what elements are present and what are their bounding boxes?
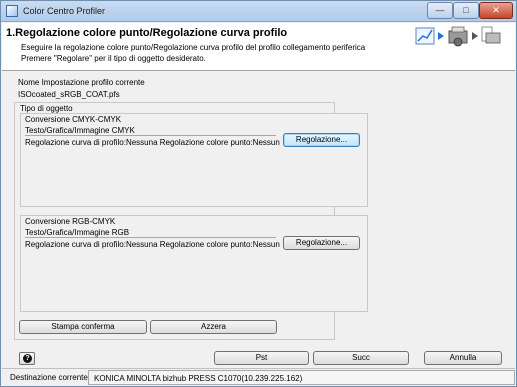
cmyk-separator [25, 135, 276, 136]
document-printer-icon [481, 26, 501, 44]
status-bar: Destinazione corrente KONICA MINOLTA biz… [2, 368, 515, 386]
curve-chart-icon [415, 27, 435, 45]
close-button[interactable]: ✕ [479, 2, 513, 19]
rgb-object-subtitle: Testo/Grafica/Immagine RGB [25, 228, 130, 237]
rgb-conversion-title: Conversione RGB-CMYK [25, 217, 116, 226]
rgb-adjust-button[interactable]: Regolazione... [283, 236, 360, 250]
current-destination-value: KONICA MINOLTA bizhub PRESS C1070(10.239… [88, 370, 515, 385]
title-bar[interactable]: Color Centro Profiler — □ ✕ [1, 1, 516, 22]
description-line-2: Premere "Regolare" per il tipo di oggett… [21, 54, 206, 63]
maximize-button[interactable]: □ [453, 2, 479, 19]
question-mark-icon: ? [23, 354, 32, 363]
previous-button[interactable]: Pst [214, 351, 309, 365]
minimize-button[interactable]: — [427, 2, 453, 19]
rgb-separator [25, 237, 276, 238]
page-title: 1.Regolazione colore punto/Regolazione c… [6, 27, 288, 39]
arrow-right-icon [472, 32, 478, 40]
help-button[interactable]: ? [19, 352, 35, 365]
rgb-adjustment-status: Regolazione curva di profilo:Nessuna Reg… [25, 240, 280, 249]
next-button[interactable]: Succ [313, 351, 409, 365]
wizard-header: 1.Regolazione colore punto/Regolazione c… [2, 23, 515, 71]
description-line-1: Eseguire la regolazione colore punto/Reg… [21, 43, 366, 52]
profiler-window: Color Centro Profiler — □ ✕ 1.Regolazion… [0, 0, 517, 387]
window-title: Color Centro Profiler [23, 6, 106, 16]
cmyk-conversion-title: Conversione CMYK-CMYK [25, 115, 122, 124]
arrow-right-icon [438, 32, 444, 40]
print-confirm-button[interactable]: Stampa conferma [19, 320, 147, 334]
current-destination-label: Destinazione corrente [10, 373, 88, 382]
profile-name-label: Nome Impostazione profilo corrente [18, 78, 145, 87]
printer-gear-icon [448, 26, 468, 47]
object-type-label: Tipo di oggetto [20, 104, 73, 113]
workflow-step-icons [415, 26, 501, 47]
cmyk-object-subtitle: Testo/Grafica/Immagine CMYK [25, 126, 135, 135]
cmyk-adjust-button[interactable]: Regolazione... [283, 133, 360, 147]
cancel-button[interactable]: Annulla [424, 351, 502, 365]
reset-button[interactable]: Azzera [150, 320, 277, 334]
cmyk-adjustment-status: Regolazione curva di profilo:Nessuna Reg… [25, 138, 280, 147]
profile-name-value: ISOcoated_sRGB_COAT.pfs [18, 90, 120, 99]
app-icon [6, 5, 18, 17]
